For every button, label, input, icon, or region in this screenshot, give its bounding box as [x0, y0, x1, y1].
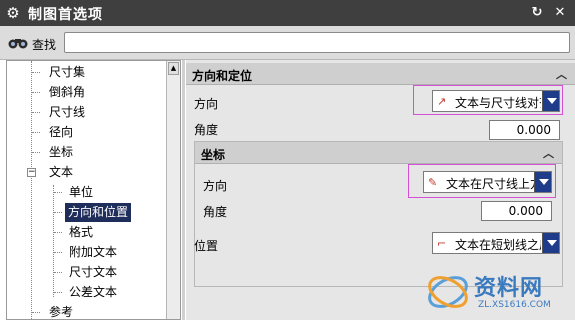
- tree-item-appended-text[interactable]: 附加文本: [69, 243, 117, 262]
- angle-input[interactable]: 0.000: [489, 120, 560, 140]
- position-select[interactable]: ⌐ 文本在短划线之后: [432, 232, 560, 254]
- close-icon[interactable]: ✕: [551, 4, 569, 22]
- collapse-icon[interactable]: ︿: [556, 66, 567, 82]
- tree-item-dimension-set[interactable]: 尺寸集: [49, 63, 85, 82]
- watermark: 资料网 ZL.XS1616.COM: [424, 266, 569, 318]
- tree-item-units[interactable]: 单位: [69, 183, 93, 202]
- reset-icon[interactable]: ↻: [528, 4, 546, 22]
- text-after-leader-icon: ⌐: [437, 237, 447, 250]
- tree-item-chamfer[interactable]: 倒斜角: [49, 83, 85, 102]
- text-above-icon: ✎: [428, 176, 438, 189]
- section-header-orientation[interactable]: 方向和定位 ︿: [186, 63, 575, 85]
- section-title: 方向和定位: [192, 69, 253, 83]
- text-align-icon: ↗: [437, 95, 447, 108]
- binoculars-icon: [8, 39, 28, 49]
- tree-guide-line: [53, 185, 54, 297]
- tree-item-text[interactable]: 文本: [49, 163, 73, 182]
- gear-icon[interactable]: ⚙: [4, 4, 22, 22]
- title-bar: ⚙ 制图首选项 ↻ ✕: [0, 0, 575, 26]
- tree-scrollbar[interactable]: ▲: [166, 61, 180, 319]
- dropdown-arrow-icon[interactable]: [542, 233, 559, 253]
- dropdown-arrow-icon[interactable]: [542, 91, 559, 111]
- coord-orientation-label: 方向: [203, 179, 228, 193]
- scroll-up-icon[interactable]: ▲: [168, 62, 179, 75]
- coord-orientation-select[interactable]: ✎ 文本在尺寸线上方: [423, 171, 552, 193]
- dropdown-arrow-icon[interactable]: [534, 172, 551, 192]
- angle-label: 角度: [194, 123, 219, 137]
- tree-item-coordinate[interactable]: 坐标: [49, 143, 73, 162]
- tree-item-dimension-line[interactable]: 尺寸线: [49, 103, 85, 122]
- tree-item-format[interactable]: 格式: [69, 223, 93, 242]
- search-label: 查找: [32, 38, 57, 52]
- pane-splitter[interactable]: [182, 60, 185, 320]
- tree-item-reference[interactable]: 参考: [49, 303, 73, 319]
- tree-item-radial[interactable]: 径向: [49, 123, 73, 142]
- search-bar: 查找: [0, 26, 575, 60]
- tree-item-dimension-text[interactable]: 尺寸文本: [69, 263, 117, 282]
- coord-angle-input[interactable]: 0.000: [481, 201, 552, 221]
- coord-angle-label: 角度: [203, 205, 228, 219]
- window-title: 制图首选项: [28, 7, 103, 23]
- tree-item-tolerance-text[interactable]: 公差文本: [69, 283, 117, 302]
- tree-guide-line: [31, 61, 32, 319]
- orientation-label: 方向: [194, 97, 219, 111]
- collapse-icon[interactable]: ︿: [543, 145, 554, 161]
- orientation-select[interactable]: ↗ 文本与尺寸线对齐: [432, 90, 560, 112]
- search-input[interactable]: [64, 32, 570, 53]
- position-label: 位置: [194, 239, 219, 253]
- tree-item-orientation-position[interactable]: 方向和位置: [65, 203, 132, 222]
- group-title: 坐标: [201, 148, 226, 162]
- section-header-coordinate[interactable]: 坐标 ︿: [195, 142, 562, 164]
- watermark-logo-icon: [428, 276, 468, 308]
- preferences-tree: 尺寸集 倒斜角 尺寸线 径向 坐标 − 文本 单位 方向和位置 格式 附加文本 …: [6, 60, 181, 320]
- watermark-site: ZL.XS1616.COM: [478, 300, 551, 310]
- watermark-brand: 资料网: [474, 276, 544, 301]
- collapse-icon[interactable]: −: [27, 168, 36, 177]
